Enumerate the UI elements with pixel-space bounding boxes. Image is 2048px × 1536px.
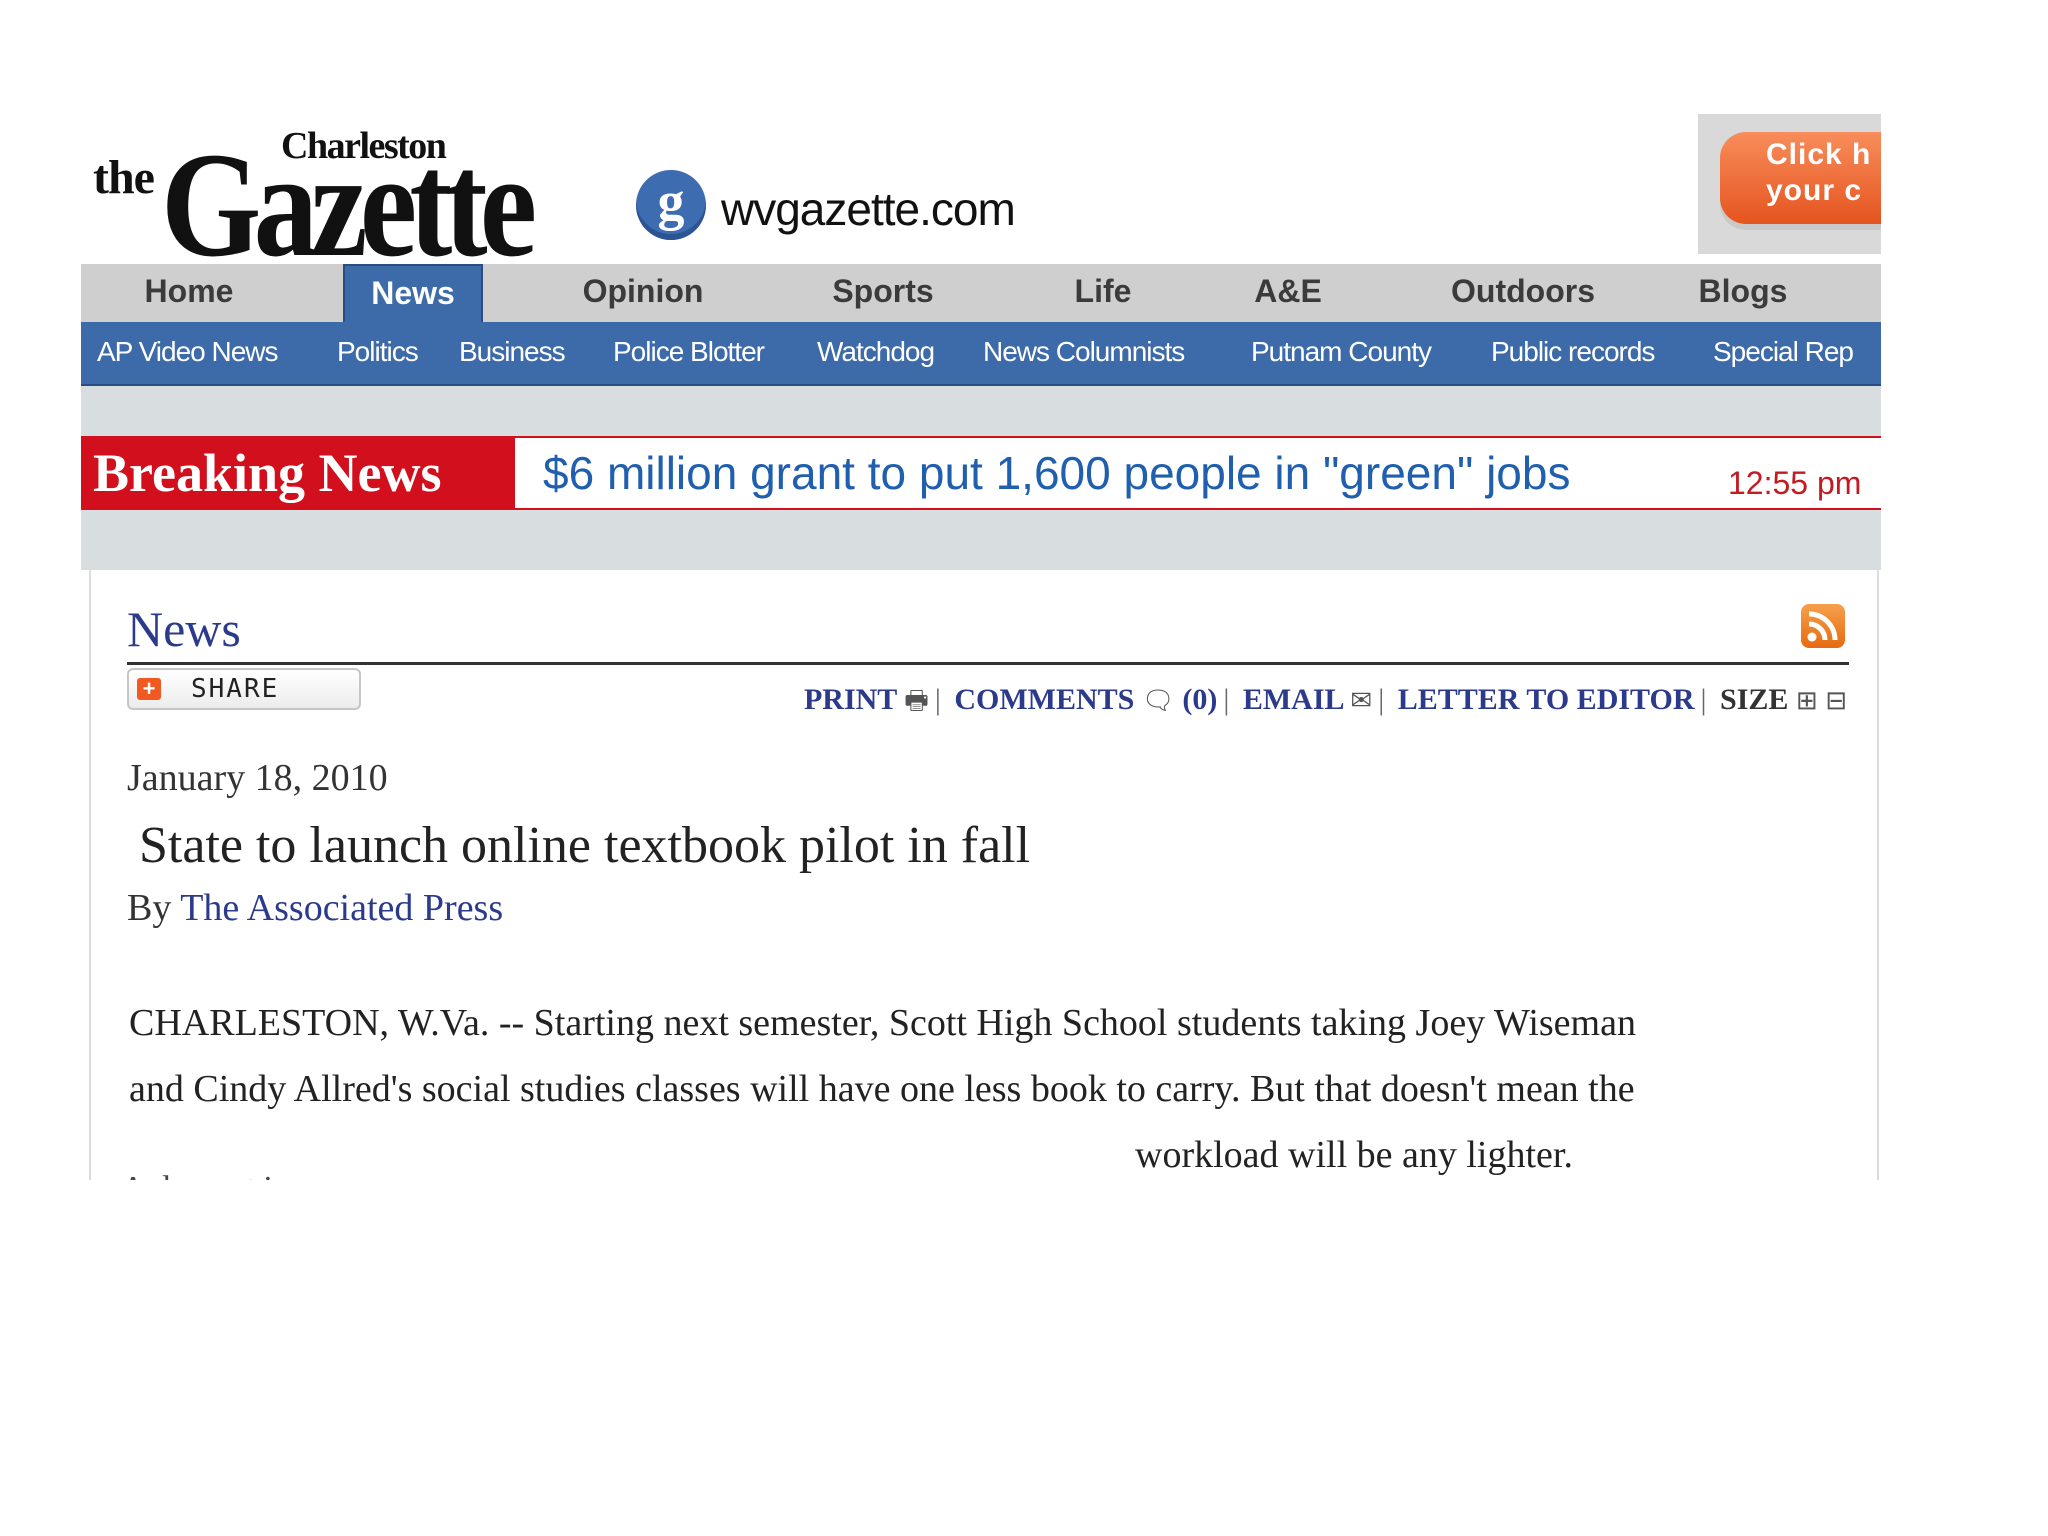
size-label: SIZE	[1720, 683, 1789, 716]
font-decrease-icon[interactable]: ⊟	[1825, 686, 1847, 716]
browser-page: the Gazette Charleston g wvgazette.com C…	[81, 0, 1881, 1180]
banner-ad[interactable]: Click h your c	[1698, 114, 1881, 254]
email-link[interactable]: EMAIL	[1243, 683, 1343, 716]
byline: By The Associated Press	[127, 886, 503, 930]
speech-bubble-icon[interactable]: 🗨	[1142, 686, 1175, 716]
breaking-timestamp: 12:55 pm	[1728, 465, 1862, 501]
breaking-headline-link[interactable]: $6 million grant to put 1,600 people in …	[543, 438, 1570, 508]
section-title: News	[127, 601, 241, 657]
ad-text-line-2: your c	[1766, 174, 1863, 207]
comments-count[interactable]: (0)	[1182, 683, 1217, 716]
comments-link[interactable]: COMMENTS	[954, 683, 1134, 716]
body-line: CHARLESTON, W.Va. -- Starting next semes…	[129, 1002, 1636, 1044]
article-toolbar: PRINT 🖶 | COMMENTS 🗨 (0) | EMAIL ✉ | LETTER…	[804, 682, 1847, 726]
ad-text-line-1: Click h	[1766, 138, 1872, 171]
breaking-news-label: Breaking News	[81, 438, 515, 508]
share-label: SHARE	[191, 674, 280, 704]
subnav-public-records[interactable]: Public records	[1491, 322, 1655, 382]
printer-icon[interactable]: 🖶	[904, 686, 929, 716]
tab-news[interactable]: News	[343, 264, 483, 322]
author-link[interactable]: The Associated Press	[180, 887, 503, 929]
toolbar-separator: |	[1223, 683, 1230, 716]
logo-charleston: Charleston	[281, 125, 447, 167]
logo-the: the	[93, 151, 155, 204]
subnav-politics[interactable]: Politics	[337, 322, 419, 382]
envelope-icon[interactable]: ✉	[1350, 686, 1372, 716]
share-button[interactable]: + SHARE	[127, 668, 361, 710]
article-panel: News + SHARE PRINT 🖶 | COMMENTS 🗨 (0) | EM…	[89, 570, 1879, 1180]
body-line: and Cindy Allred's social studies classe…	[129, 1068, 1635, 1110]
tab-sports[interactable]: Sports	[803, 264, 963, 322]
subnav-business[interactable]: Business	[459, 322, 566, 382]
rss-icon[interactable]	[1801, 604, 1845, 648]
sub-nav: AP Video News Politics Business Police B…	[81, 322, 1881, 387]
letter-to-editor-link[interactable]: LETTER TO EDITOR	[1398, 683, 1695, 716]
main-nav: Home News Opinion Sports Life A&E Outdoo…	[81, 264, 1881, 322]
section-divider	[127, 662, 1849, 665]
tab-ae[interactable]: A&E	[1233, 264, 1343, 322]
tab-home[interactable]: Home	[109, 264, 269, 322]
tab-opinion[interactable]: Opinion	[563, 264, 723, 322]
article-body: CHARLESTON, W.Va. -- Starting next semes…	[129, 990, 1849, 1180]
toolbar-separator: |	[1378, 683, 1385, 716]
font-increase-icon[interactable]: ⊞	[1796, 686, 1818, 716]
tab-life[interactable]: Life	[1053, 264, 1153, 322]
subnav-putnam-county[interactable]: Putnam County	[1251, 322, 1432, 382]
subnav-watchdog[interactable]: Watchdog	[817, 322, 935, 382]
article-date: January 18, 2010	[127, 757, 388, 799]
breaking-news-bar: Breaking News $6 million grant to put 1,…	[81, 436, 1881, 510]
toolbar-separator: |	[934, 683, 941, 716]
article-headline: State to launch online textbook pilot in…	[139, 817, 1031, 874]
tab-outdoors[interactable]: Outdoors	[1433, 264, 1613, 322]
print-link[interactable]: PRINT	[804, 683, 897, 716]
body-line: workload will be any lighter.	[1135, 1134, 1573, 1176]
ad-button[interactable]: Click h your c	[1720, 132, 1881, 224]
subnav-special-reports[interactable]: Special Rep	[1713, 322, 1854, 382]
masthead: the Gazette Charleston g wvgazette.com	[81, 120, 1881, 280]
toolbar-separator: |	[1700, 683, 1707, 716]
advertisement-label: Advertis	[121, 1170, 302, 1180]
subnav-ap-video-news[interactable]: AP Video News	[97, 322, 279, 382]
subnav-news-columnists[interactable]: News Columnists	[983, 322, 1185, 382]
g-logo-icon: g	[636, 170, 706, 240]
share-plus-icon: +	[137, 678, 161, 700]
site-url[interactable]: wvgazette.com	[721, 182, 1016, 236]
subnav-police-blotter[interactable]: Police Blotter	[613, 322, 765, 382]
byline-prefix: By	[127, 887, 172, 929]
tab-blogs[interactable]: Blogs	[1683, 264, 1803, 322]
